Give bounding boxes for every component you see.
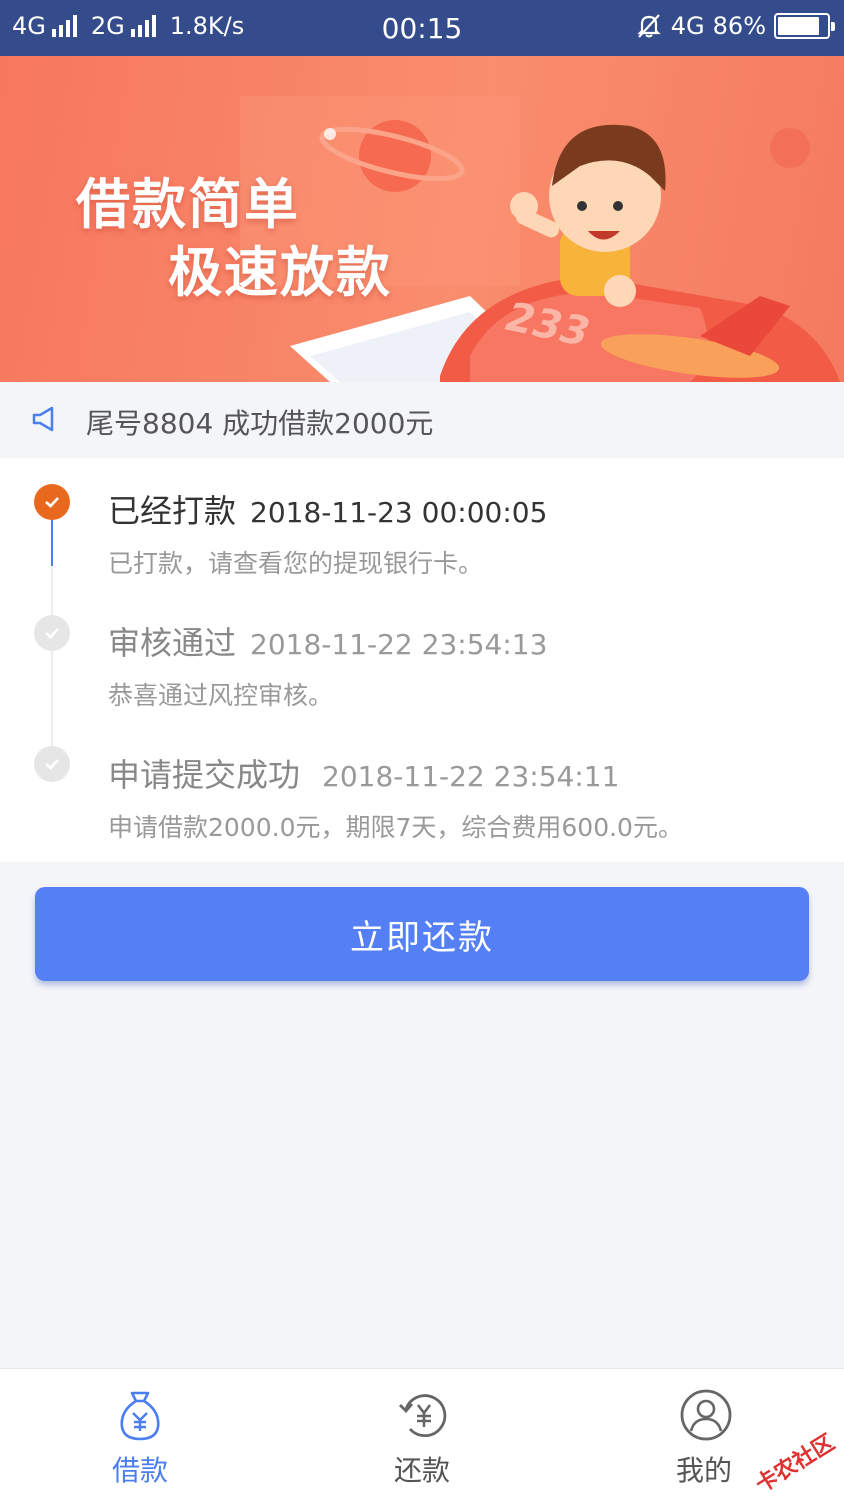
step-time: 2018-11-22 23:54:13	[250, 628, 548, 661]
check-icon	[34, 484, 70, 520]
check-icon	[34, 746, 70, 782]
timeline-connector	[51, 518, 53, 566]
user-icon	[680, 1389, 732, 1441]
step-title-text: 审核通过	[108, 624, 237, 662]
step-time: 2018-11-23 00:00:05	[250, 496, 548, 529]
check-icon	[34, 615, 70, 651]
speaker-icon	[32, 406, 54, 432]
bottom-tab-bar: 借款 还款 我的 卡农社区	[0, 1368, 844, 1500]
tab-label: 借款	[111, 1454, 168, 1487]
tab-label: 还款	[393, 1454, 450, 1487]
step-title: 申请提交成功 2018-11-22 23:54:11	[108, 750, 619, 796]
banner-subtitle: 极速放款	[168, 240, 392, 304]
repay-yen-icon	[399, 1394, 447, 1437]
repay-now-button[interactable]: 立即还款	[35, 887, 809, 981]
timeline-connector	[51, 650, 53, 750]
system-status: 4G 86%	[635, 12, 835, 40]
mute-bell-icon	[637, 14, 661, 38]
battery-percent: 86%	[712, 12, 766, 40]
money-bag-icon	[120, 1391, 160, 1441]
step-title: 审核通过 2018-11-22 23:54:13	[108, 618, 547, 664]
step-desc: 已打款，请查看您的提现银行卡。	[108, 549, 484, 578]
step-title-text: 已经打款	[108, 492, 237, 530]
loan-progress-timeline: 已经打款 2018-11-23 00:00:05 已打款，请查看您的提现银行卡。 …	[0, 458, 844, 862]
step-title-text: 申请提交成功	[108, 756, 301, 794]
battery-icon	[774, 13, 835, 39]
tab-repay[interactable]: 还款	[322, 1369, 522, 1500]
step-time: 2018-11-22 23:54:11	[322, 760, 620, 793]
notice-text: 尾号8804 成功借款2000元	[86, 407, 434, 440]
promo-banner[interactable]: 借款简单 极速放款 233	[0, 56, 844, 382]
step-desc: 恭喜通过风控审核。	[108, 681, 334, 710]
network-type-3: 4G	[670, 12, 705, 40]
step-desc: 申请借款2000.0元，期限7天，综合费用600.0元。	[108, 813, 683, 842]
status-bar: 4G 2G 1.8K/s 00:15 4G 86%	[0, 0, 844, 56]
notice-bar: 尾号8804 成功借款2000元	[0, 382, 844, 458]
step-title: 已经打款 2018-11-23 00:00:05	[108, 486, 547, 532]
tab-loan[interactable]: 借款	[40, 1369, 240, 1500]
